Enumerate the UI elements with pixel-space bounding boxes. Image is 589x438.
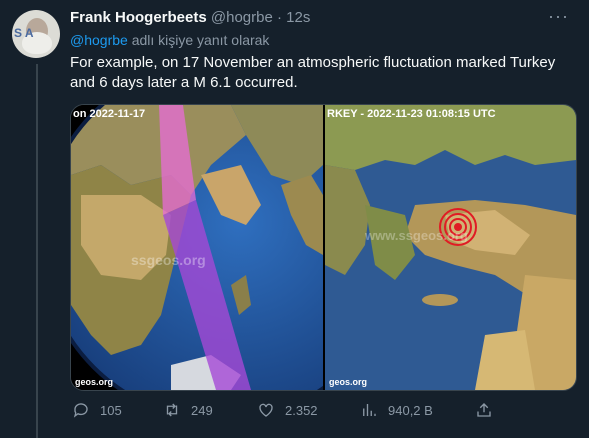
thread-line — [36, 64, 38, 438]
share-button[interactable] — [475, 401, 493, 419]
right-image-footer: geos.org — [329, 377, 368, 387]
left-watermark: ssgeos.org — [131, 252, 206, 268]
right-image-caption: RKEY - 2022-11-23 01:08:15 UTC — [327, 108, 496, 120]
header-separator: · — [276, 9, 282, 26]
like-button[interactable]: 2.352 — [257, 401, 318, 419]
reply-context-text: adlı kişiye yanıt olarak — [127, 32, 270, 48]
reply-button[interactable]: 105 — [72, 401, 122, 419]
tweet-time[interactable]: 12s — [286, 9, 310, 26]
tweet-media[interactable]: ssgeos.org on 2022-11-17 geos.org www.ss… — [70, 104, 577, 391]
globe-map-left: ssgeos.org — [71, 105, 323, 390]
author-name[interactable]: Frank Hoogerbeets — [70, 9, 207, 26]
media-image-right[interactable]: www.ssgeos.org RKEY - 2022-11-23 01:08:1… — [325, 105, 576, 390]
right-watermark: www.ssgeos.org — [364, 228, 468, 243]
more-icon[interactable]: ··· — [548, 6, 569, 27]
retweet-count: 249 — [191, 402, 213, 418]
avatar-logo-text: S A — [14, 26, 34, 40]
reply-count: 105 — [100, 402, 122, 418]
tweet-text: For example, on 17 November an atmospher… — [70, 54, 556, 91]
tweet-actions: 105 249 2.352 940,2 B — [70, 401, 570, 421]
like-icon — [259, 403, 273, 417]
author-handle[interactable]: @hogrbe — [211, 9, 273, 26]
views-count: 940,2 B — [388, 402, 433, 418]
tweet-header: Frank Hoogerbeets @hogrbe · 12s — [70, 9, 310, 26]
left-image-footer: geos.org — [75, 377, 114, 387]
region-map-right: www.ssgeos.org — [325, 105, 576, 390]
media-image-left[interactable]: ssgeos.org on 2022-11-17 geos.org — [71, 105, 323, 390]
reply-mention-link[interactable]: @hogrbe — [70, 32, 128, 48]
views-button[interactable]: 940,2 B — [360, 401, 433, 419]
retweet-button[interactable]: 249 — [163, 401, 213, 419]
retweet-icon — [166, 403, 178, 417]
views-icon — [363, 404, 376, 416]
reply-icon — [73, 403, 88, 418]
like-count: 2.352 — [285, 402, 318, 418]
share-icon — [477, 403, 491, 417]
left-image-caption: on 2022-11-17 — [73, 108, 146, 120]
reply-context: @hogrbe adlı kişiye yanıt olarak — [70, 32, 269, 48]
avatar[interactable]: S A — [12, 10, 60, 58]
